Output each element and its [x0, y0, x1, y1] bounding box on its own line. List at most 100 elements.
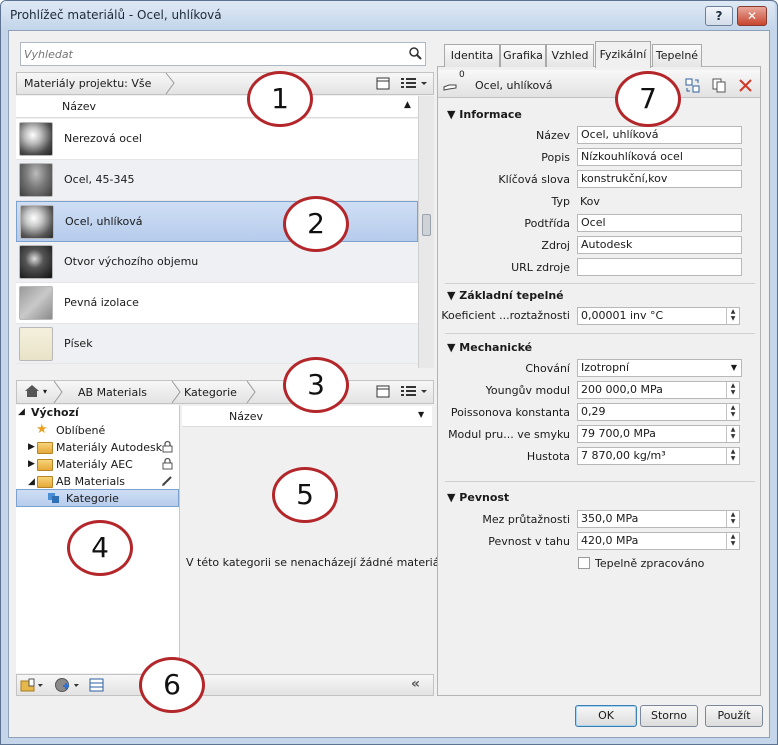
search-input[interactable]: [24, 46, 404, 62]
section-title: Základní tepelné: [459, 289, 564, 302]
cancel-button[interactable]: Storno: [640, 705, 698, 727]
sort-ascending-icon[interactable]: ▲: [404, 100, 411, 110]
material-thumbnail: [19, 245, 53, 279]
heat-treated-checkbox[interactable]: [578, 557, 590, 569]
create-material-icon[interactable]: [54, 677, 80, 693]
tab-tepelne[interactable]: Tepelné: [652, 44, 702, 67]
behavior-select[interactable]: Izotropní ▼: [577, 359, 742, 377]
tab-label: Tepelné: [655, 49, 699, 62]
tree-item-aec[interactable]: Materiály AEC: [56, 458, 133, 471]
collapse-arrow-icon[interactable]: ▶: [28, 442, 35, 452]
tree-item-kategorie[interactable]: Kategorie: [66, 492, 119, 505]
material-editor-icon[interactable]: [89, 678, 104, 692]
view-panel-icon[interactable]: [376, 77, 390, 90]
subclass-field[interactable]: Ocel: [577, 214, 742, 232]
youngs-modulus-field[interactable]: 200 000,0 MPa ▲ ▼: [577, 381, 740, 399]
section-mechanicke[interactable]: ▼ Mechanické: [447, 341, 532, 354]
callout-4: 4: [67, 520, 133, 576]
spin-button[interactable]: ▲ ▼: [726, 448, 739, 464]
list-item[interactable]: Otvor výchozího objemu: [16, 242, 418, 283]
remove-asset-icon[interactable]: [739, 79, 752, 92]
sort-dropdown-icon[interactable]: ▼: [418, 410, 424, 419]
tree-item-autodesk[interactable]: Materiály Autodesk: [56, 441, 162, 454]
list-view-options-icon[interactable]: [400, 385, 428, 398]
spin-button[interactable]: ▲ ▼: [726, 382, 739, 398]
list-item-selected[interactable]: Ocel, uhlíková: [16, 201, 418, 242]
view-panel-icon[interactable]: [376, 385, 390, 398]
tab-label: Grafika: [503, 49, 543, 62]
source-url-field[interactable]: [577, 258, 742, 276]
tree-item-ab-materials[interactable]: AB Materials: [56, 475, 125, 488]
lock-icon: [162, 457, 173, 470]
section-pevnost[interactable]: ▼ Pevnost: [447, 491, 509, 504]
field-value: 0,29: [581, 405, 606, 418]
tree-root-label[interactable]: Výchozí: [31, 406, 79, 419]
field-label: Klíčová slova: [498, 173, 570, 186]
description-field[interactable]: Nízkouhlíková ocel: [577, 148, 742, 166]
ok-button[interactable]: OK: [575, 705, 637, 727]
folder-icon: [37, 442, 53, 454]
field-value: Izotropní: [581, 361, 630, 374]
list-item[interactable]: Pevná izolace: [16, 283, 418, 324]
swap-asset-icon[interactable]: [685, 78, 701, 93]
keywords-field[interactable]: konstrukční,kov: [577, 170, 742, 188]
list-scrollbar[interactable]: [418, 96, 434, 368]
breadcrumb-kategorie[interactable]: Kategorie: [184, 386, 237, 399]
spin-button[interactable]: ▲ ▼: [726, 533, 739, 549]
yield-strength-field[interactable]: 350,0 MPa ▲ ▼: [577, 510, 740, 528]
source-field[interactable]: Autodesk: [577, 236, 742, 254]
pencil-icon[interactable]: [161, 474, 174, 487]
tab-identita[interactable]: Identita: [444, 44, 500, 67]
home-dropdown-icon[interactable]: ▾: [43, 387, 47, 396]
spin-button[interactable]: ▲ ▼: [726, 308, 739, 324]
density-field[interactable]: 7 870,00 kg/m³ ▲ ▼: [577, 447, 740, 465]
name-field[interactable]: Ocel, uhlíková: [577, 126, 742, 144]
duplicate-asset-icon[interactable]: [712, 78, 727, 93]
list-header-name[interactable]: Název: [62, 100, 96, 113]
callout-1: 1: [247, 71, 313, 127]
tensile-strength-field[interactable]: 420,0 MPa ▲ ▼: [577, 532, 740, 550]
poisson-ratio-field[interactable]: 0,29 ▲ ▼: [577, 403, 740, 421]
tab-grafika[interactable]: Grafika: [500, 44, 546, 67]
list-item[interactable]: Písek: [16, 324, 418, 364]
shear-modulus-field[interactable]: 79 700,0 MPa ▲ ▼: [577, 425, 740, 443]
asset-name: Ocel, uhlíková: [475, 79, 553, 92]
breadcrumb-ab-materials[interactable]: AB Materials: [78, 386, 147, 399]
scrollbar-thumb[interactable]: [422, 214, 431, 236]
spin-button[interactable]: ▲ ▼: [726, 426, 739, 442]
list-item[interactable]: Ocel, 45-345: [16, 160, 418, 201]
section-zakladni-tepelne[interactable]: ▼ Základní tepelné: [447, 289, 564, 302]
apply-button[interactable]: Použít: [705, 705, 763, 727]
thermal-expansion-field[interactable]: 0,00001 inv °C ▲ ▼: [577, 307, 740, 325]
callout-3: 3: [283, 357, 349, 413]
spin-button[interactable]: ▲ ▼: [726, 404, 739, 420]
collapse-library-icon[interactable]: «: [411, 676, 420, 692]
library-menu-icon[interactable]: [20, 678, 44, 692]
expand-arrow-icon[interactable]: ◢: [28, 477, 35, 487]
breadcrumb-arrow-icon: [171, 380, 181, 404]
list-item[interactable]: Nerezová ocel: [16, 119, 418, 160]
tab-fyzikalni[interactable]: Fyzikální: [595, 41, 651, 68]
collapse-section-icon: ▼: [447, 341, 460, 354]
project-filter-dropdown[interactable]: Materiály projektu: Vše: [24, 77, 151, 90]
list-item-label: Nerezová ocel: [64, 132, 142, 145]
collapse-section-icon: ▼: [447, 289, 460, 302]
search-icon[interactable]: [409, 47, 422, 60]
section-informace[interactable]: ▼ Informace: [447, 108, 522, 121]
spin-button[interactable]: ▲ ▼: [726, 511, 739, 527]
expand-arrow-icon[interactable]: ◢: [18, 407, 25, 417]
collapse-arrow-icon[interactable]: ▶: [28, 459, 35, 469]
tab-vzhled[interactable]: Vzhled: [546, 44, 594, 67]
close-window-button[interactable]: ✕: [737, 6, 767, 26]
list-item-label: Ocel, 45-345: [64, 173, 135, 186]
field-label: Poissonova konstanta: [450, 406, 570, 419]
field-value: 420,0 MPa: [581, 534, 639, 547]
library-list-header-name[interactable]: Název: [229, 410, 263, 423]
help-button[interactable]: ?: [705, 6, 733, 26]
section-title: Mechanické: [459, 341, 533, 354]
list-view-options-icon[interactable]: [400, 77, 428, 90]
field-label: Pevnost v tahu: [488, 535, 570, 548]
home-icon[interactable]: [24, 384, 40, 398]
field-label: Mez průtažnosti: [482, 513, 570, 526]
tree-item-favorites[interactable]: Oblíbené: [56, 424, 105, 437]
